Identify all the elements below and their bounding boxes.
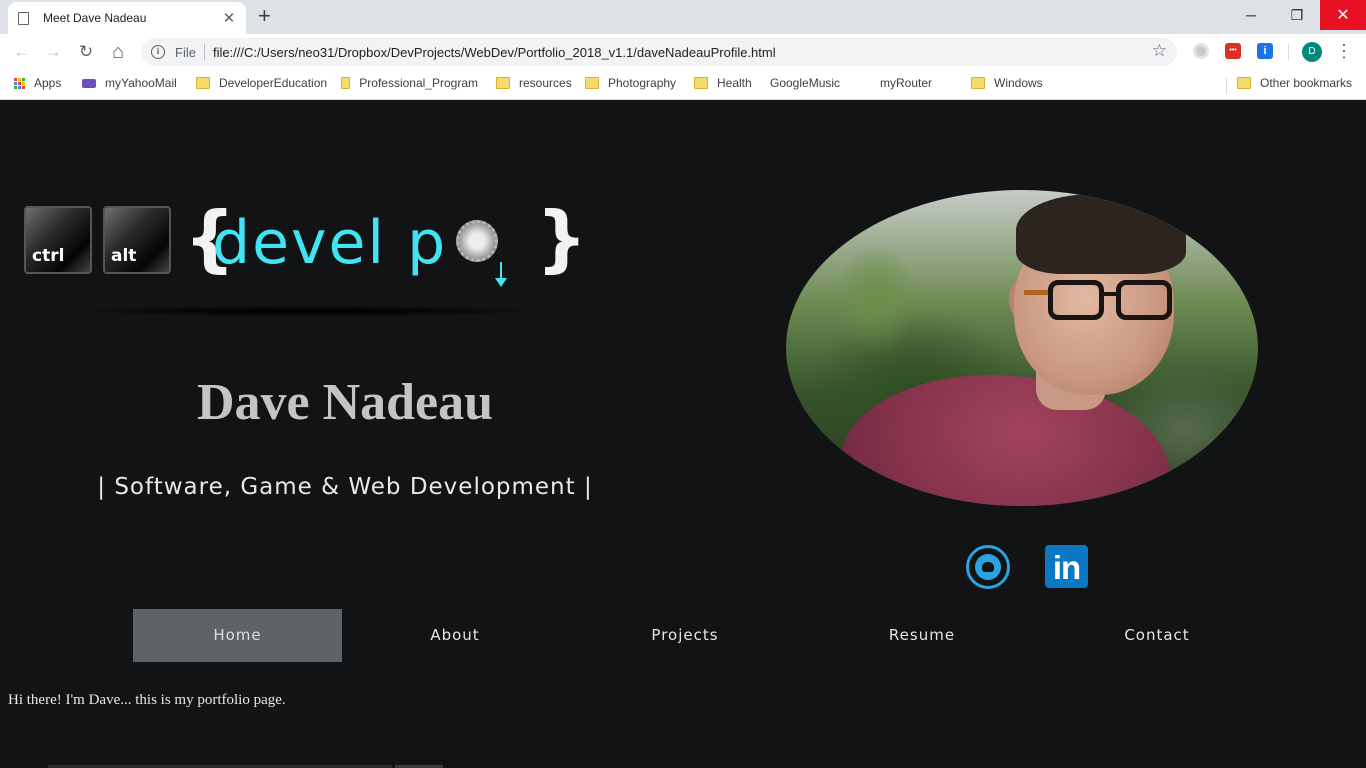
photo-glasses-right bbox=[1116, 280, 1172, 320]
brace-close: } bbox=[536, 196, 588, 280]
folder-icon bbox=[694, 77, 708, 89]
nav-contact[interactable]: Contact bbox=[1067, 609, 1247, 662]
bookmark-apps[interactable]: Apps bbox=[14, 76, 61, 90]
apps-grid-icon bbox=[14, 77, 25, 89]
close-window-button[interactable]: ✕ bbox=[1320, 0, 1366, 30]
bookmark-health[interactable]: Health bbox=[694, 76, 752, 90]
nav-projects[interactable]: Projects bbox=[595, 609, 775, 662]
new-tab-button[interactable]: + bbox=[258, 5, 271, 27]
folder-icon bbox=[1237, 77, 1251, 89]
profile-name: Dave Nadeau bbox=[196, 374, 494, 431]
bookmarks-divider bbox=[1226, 78, 1227, 94]
forward-button[interactable]: → bbox=[41, 40, 65, 64]
bookmark-label: Professional_Program bbox=[359, 76, 478, 90]
url-separator bbox=[203, 44, 205, 60]
bookmark-label: GoogleMusic bbox=[770, 76, 841, 90]
bookmark-developereducation[interactable]: DeveloperEducation bbox=[196, 76, 327, 90]
menu-icon[interactable]: ⋮ bbox=[1335, 41, 1353, 61]
extension-lastpass-icon[interactable]: ••• bbox=[1225, 43, 1241, 59]
page-content: ctrl alt { devel p } Dave Nadeau | Softw… bbox=[0, 101, 1366, 768]
ctrl-key-icon: ctrl bbox=[24, 206, 92, 274]
reload-button[interactable]: ↻ bbox=[74, 40, 98, 64]
browser-toolbar: ← → ↻ ⌂ i File file:///C:/Users/neo31/Dr… bbox=[0, 34, 1366, 70]
mail-icon bbox=[82, 78, 96, 88]
profile-photo bbox=[786, 190, 1258, 506]
url-text[interactable]: file:///C:/Users/neo31/Dropbox/DevProjec… bbox=[213, 45, 776, 60]
address-bar[interactable]: i File file:///C:/Users/neo31/Dropbox/De… bbox=[141, 38, 1177, 66]
folder-icon bbox=[196, 77, 210, 89]
toolbar-divider bbox=[1288, 44, 1289, 60]
site-logo: ctrl alt { devel p } bbox=[24, 196, 587, 316]
photo-hair bbox=[1016, 194, 1186, 274]
bookmark-myyahoomail[interactable]: myYahooMail bbox=[82, 76, 177, 90]
gear-icon bbox=[456, 220, 498, 262]
back-button[interactable]: ← bbox=[10, 40, 34, 64]
github-link[interactable] bbox=[966, 545, 1010, 589]
arrow-head-icon bbox=[495, 278, 507, 287]
bookmark-resources[interactable]: resources bbox=[496, 76, 572, 90]
browser-tab[interactable]: Meet Dave Nadeau ✕ bbox=[8, 2, 246, 34]
nav-resume[interactable]: Resume bbox=[832, 609, 1012, 662]
linkedin-icon: in bbox=[1052, 549, 1081, 586]
alt-key-icon: alt bbox=[103, 206, 171, 274]
bookmark-label: DeveloperEducation bbox=[219, 76, 328, 90]
photo-glasses-temple bbox=[1024, 290, 1050, 295]
logo-shadow bbox=[84, 306, 534, 316]
tab-close-icon[interactable]: ✕ bbox=[222, 9, 236, 27]
linkedin-link[interactable]: in bbox=[1045, 545, 1088, 588]
folder-icon bbox=[971, 77, 985, 89]
home-button[interactable]: ⌂ bbox=[106, 40, 130, 64]
folder-icon bbox=[585, 77, 599, 89]
nav-home[interactable]: Home bbox=[133, 609, 342, 662]
bookmark-label: Other bookmarks bbox=[1260, 76, 1353, 90]
extension-circle-icon[interactable] bbox=[1193, 43, 1209, 59]
profile-avatar[interactable]: D bbox=[1302, 42, 1322, 62]
bookmark-googlemusic[interactable]: GoogleMusic bbox=[770, 76, 841, 190]
bookmark-other[interactable]: Other bookmarks bbox=[1237, 76, 1352, 90]
folder-icon bbox=[341, 77, 351, 89]
page-icon bbox=[18, 11, 29, 25]
intro-text: Hi there! I'm Dave... this is my portfol… bbox=[8, 692, 286, 708]
bookmark-star-icon[interactable]: ☆ bbox=[1152, 41, 1167, 61]
bookmark-label: myYahooMail bbox=[105, 76, 177, 90]
bookmark-myrouter[interactable]: myRouter bbox=[880, 76, 933, 190]
main-nav: Home About Projects Resume Contact bbox=[0, 609, 1366, 662]
bookmark-label: Health bbox=[717, 76, 752, 90]
extension-info-icon[interactable]: i bbox=[1257, 43, 1273, 59]
bookmark-label: myRouter bbox=[880, 76, 933, 90]
bookmark-professional-program[interactable]: Professional_Program bbox=[341, 76, 478, 90]
browser-tabstrip: Meet Dave Nadeau ✕ + ─ ❐ ✕ bbox=[0, 0, 1366, 34]
github-icon bbox=[975, 554, 1001, 580]
minimize-button[interactable]: ─ bbox=[1228, 0, 1274, 30]
photo-glasses-left bbox=[1048, 280, 1104, 320]
tab-title: Meet Dave Nadeau bbox=[43, 11, 147, 25]
bookmark-label: Apps bbox=[34, 76, 62, 90]
profile-tagline: | Software, Game & Web Development | bbox=[97, 474, 593, 500]
bookmark-windows[interactable]: Windows bbox=[971, 76, 1043, 90]
bookmark-label: Photography bbox=[608, 76, 677, 90]
bookmark-photography[interactable]: Photography bbox=[585, 76, 676, 90]
folder-icon bbox=[496, 77, 510, 89]
bookmark-label: resources bbox=[519, 76, 572, 90]
url-scheme: File bbox=[175, 44, 196, 60]
restore-button[interactable]: ❐ bbox=[1274, 0, 1320, 30]
nav-about[interactable]: About bbox=[365, 609, 545, 662]
bookmarks-bar: Apps myYahooMail DeveloperEducation Prof… bbox=[0, 70, 1366, 190]
logo-word: devel p bbox=[212, 208, 448, 278]
info-icon[interactable]: i bbox=[151, 45, 165, 59]
bookmark-label: Windows bbox=[994, 76, 1043, 90]
photo-shirt bbox=[841, 375, 1171, 506]
